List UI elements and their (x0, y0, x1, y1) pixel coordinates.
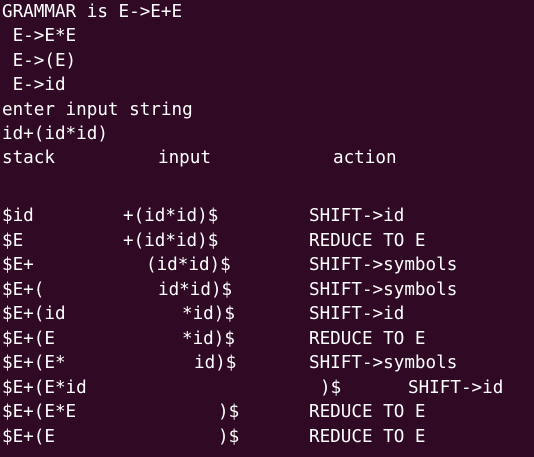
entered-string: id+(id*id) (2, 124, 108, 144)
input-cell: (id*id)$ (146, 255, 231, 275)
action-cell: SHIFT->id (309, 206, 405, 226)
table-row: $E+(E *id)$ REDUCE TO E (0, 327, 534, 351)
action-cell: SHIFT->symbols (309, 279, 458, 300)
stack-cell: $E+( (2, 279, 45, 300)
input-cell: )$ (218, 402, 240, 422)
input-cell: *id)$ (182, 304, 235, 324)
grammar-rule-line: E->E*E (0, 24, 534, 48)
stack-cell: $E (2, 230, 24, 251)
grammar-rule-line: E->id (0, 73, 534, 97)
stack-cell: $E+ (2, 255, 34, 275)
table-row: $E+(E* id)$ SHIFT->symbols (0, 351, 534, 375)
grammar-rule: E->E*E (2, 26, 77, 47)
table-row: $E+( id*id)$ SHIFT->symbols (0, 278, 534, 302)
input-cell: )$ (320, 377, 342, 398)
action-column-header: action (333, 148, 397, 169)
entered-string-line: id+(id*id) (0, 122, 534, 146)
table-row: $E+(id *id)$ SHIFT->id (0, 302, 534, 326)
table-row: $E+(E )$ REDUCE TO E (0, 425, 534, 449)
input-cell: )$ (218, 426, 240, 447)
stack-cell: $E+(id (2, 304, 66, 324)
action-cell: SHIFT->symbols (309, 353, 458, 373)
action-cell: REDUCE TO E (309, 402, 426, 422)
table-row: $E +(id*id)$ REDUCE TO E (0, 229, 534, 253)
input-cell: +(id*id)$ (123, 230, 219, 251)
action-cell: SHIFT->symbols (309, 255, 458, 275)
stack-cell: $E+(E*id (2, 377, 87, 398)
table-header: stack input action (0, 146, 534, 170)
stack-column-header: stack (2, 148, 55, 169)
action-cell: SHIFT->id (309, 304, 405, 324)
grammar-rule: E->(E) (2, 50, 77, 71)
action-cell: REDUCE TO E (309, 426, 426, 447)
grammar-title: GRAMMAR is E->E+E (2, 2, 183, 22)
prompt-line: enter input string (0, 98, 534, 122)
terminal-window[interactable]: GRAMMAR is E->E+E E->E*E E->(E) E->id en… (0, 0, 534, 457)
grammar-title-line: GRAMMAR is E->E+E (0, 0, 534, 24)
input-cell: id)$ (194, 353, 237, 373)
stack-cell: $E+(E*E (2, 402, 77, 422)
stack-cell: $E+(E (2, 328, 55, 349)
stack-cell: $E+(E (2, 426, 55, 447)
input-cell: *id)$ (182, 328, 235, 349)
table-row: $id +(id*id)$ SHIFT->id (0, 204, 534, 228)
stack-cell: $E+(E* (2, 353, 66, 373)
stack-cell: $id (2, 206, 34, 226)
input-prompt: enter input string (2, 99, 193, 120)
table-row: $E+(E*E )$ REDUCE TO E (0, 400, 534, 424)
action-cell: REDUCE TO E (309, 230, 426, 251)
table-row: $E+ (id*id)$ SHIFT->symbols (0, 253, 534, 277)
grammar-rule-line: E->(E) (0, 49, 534, 73)
action-cell: SHIFT->id (408, 377, 504, 398)
input-column-header: input (158, 148, 211, 169)
input-cell: id*id)$ (158, 279, 233, 300)
table-row: $E+(E*id )$ SHIFT->id (0, 376, 534, 400)
grammar-rule: E->id (2, 75, 66, 96)
action-cell: REDUCE TO E (309, 328, 426, 349)
input-cell: +(id*id)$ (123, 206, 219, 226)
